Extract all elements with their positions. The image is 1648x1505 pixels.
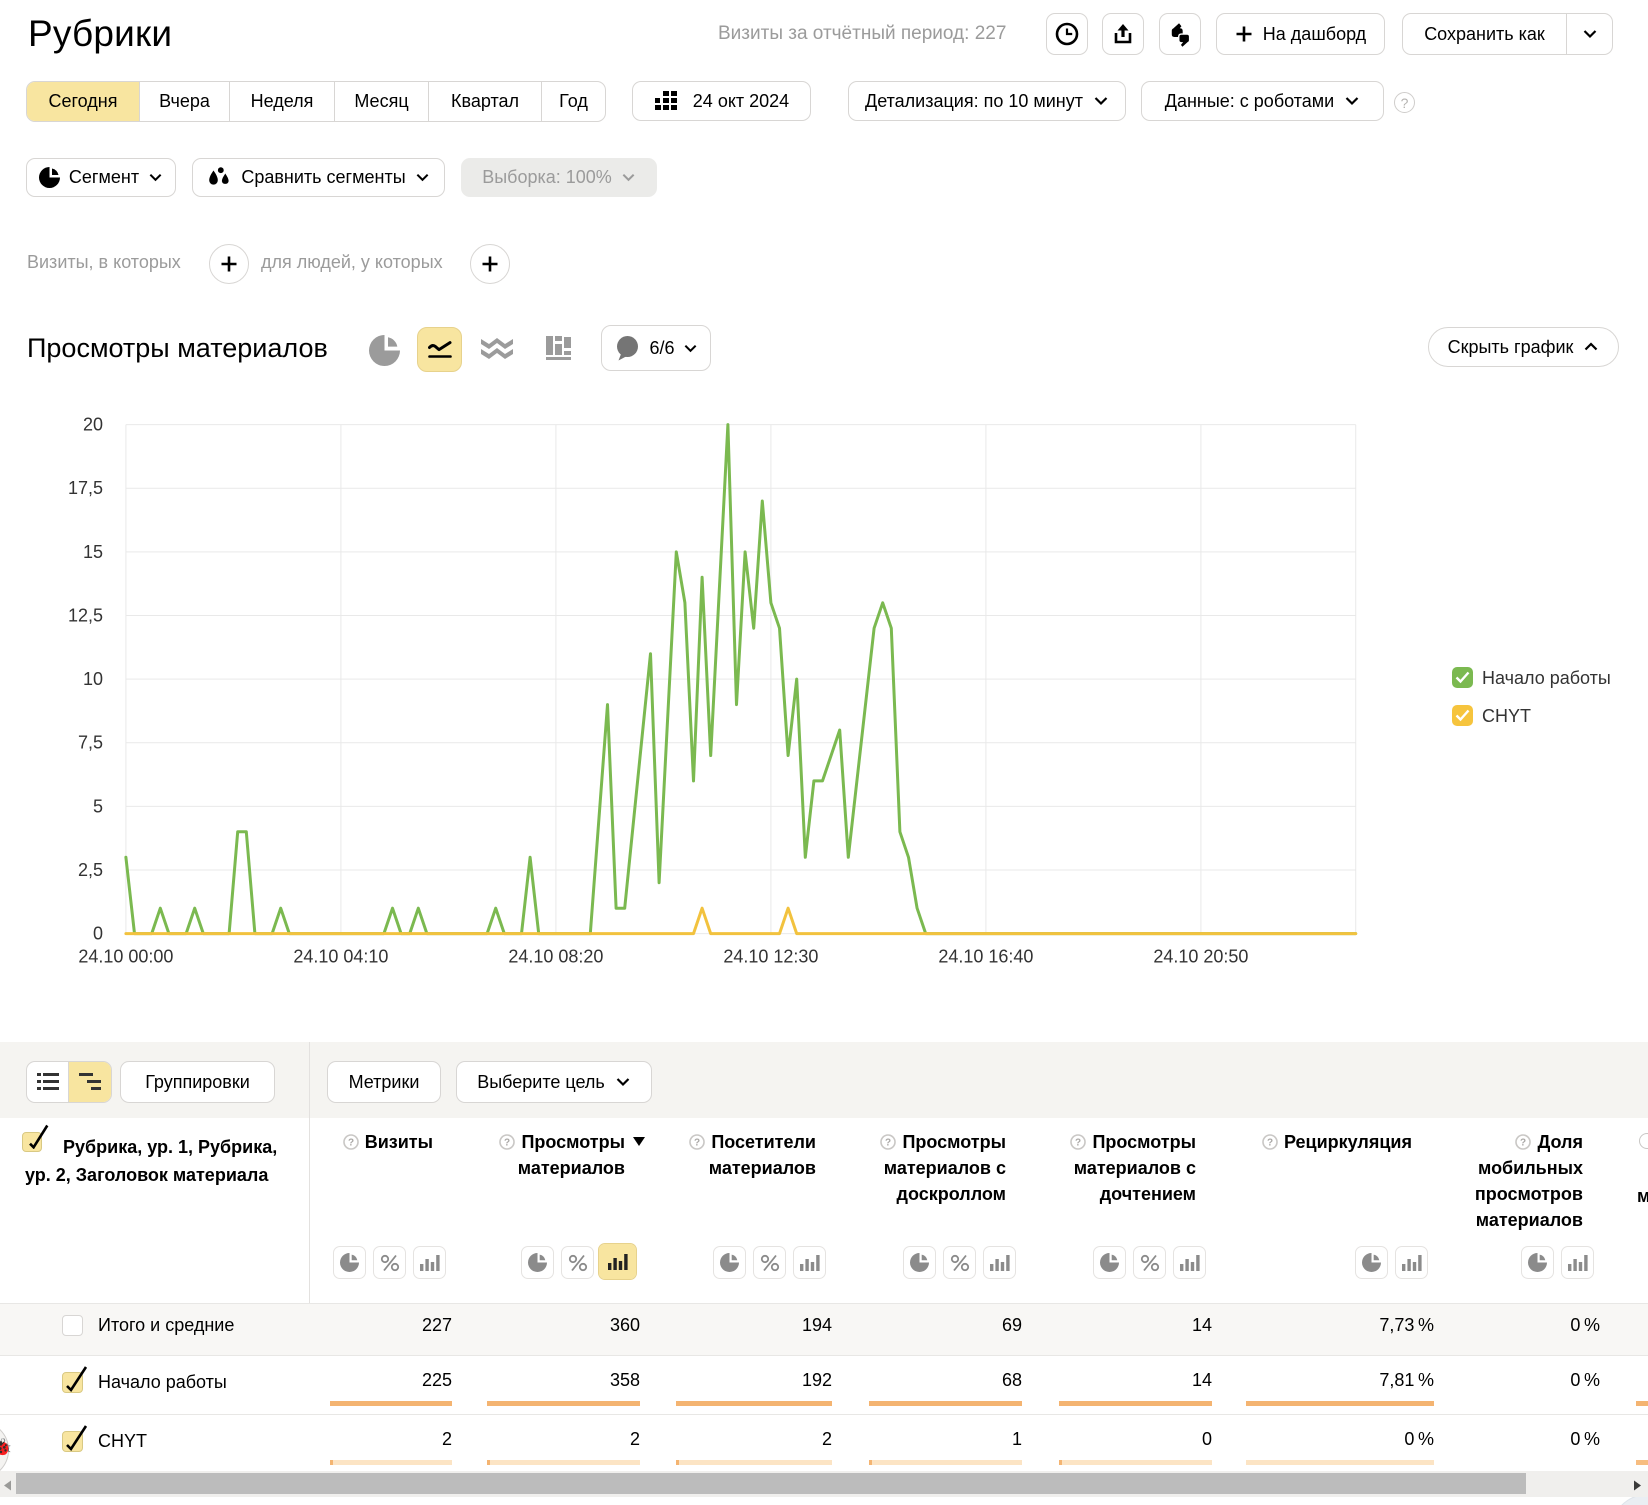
svg-text:0: 0 <box>93 924 103 944</box>
svg-text:24.10 04:10: 24.10 04:10 <box>293 947 388 967</box>
svg-text:7,5: 7,5 <box>78 733 103 753</box>
svg-text:17,5: 17,5 <box>68 478 103 498</box>
svg-text:5: 5 <box>93 796 103 816</box>
svg-text:2,5: 2,5 <box>78 860 103 880</box>
svg-text:24.10 12:30: 24.10 12:30 <box>723 947 818 967</box>
svg-text:20: 20 <box>83 415 103 435</box>
svg-text:24.10 20:50: 24.10 20:50 <box>1153 947 1248 967</box>
svg-text:24.10 08:20: 24.10 08:20 <box>508 947 603 967</box>
svg-text:15: 15 <box>83 542 103 562</box>
svg-text:12,5: 12,5 <box>68 605 103 625</box>
svg-text:?: ? <box>1520 1138 1526 1149</box>
svg-text:24.10 00:00: 24.10 00:00 <box>78 947 173 967</box>
svg-text:24.10 16:40: 24.10 16:40 <box>938 947 1033 967</box>
svg-text:?: ? <box>1075 1138 1081 1149</box>
svg-text:10: 10 <box>83 669 103 689</box>
